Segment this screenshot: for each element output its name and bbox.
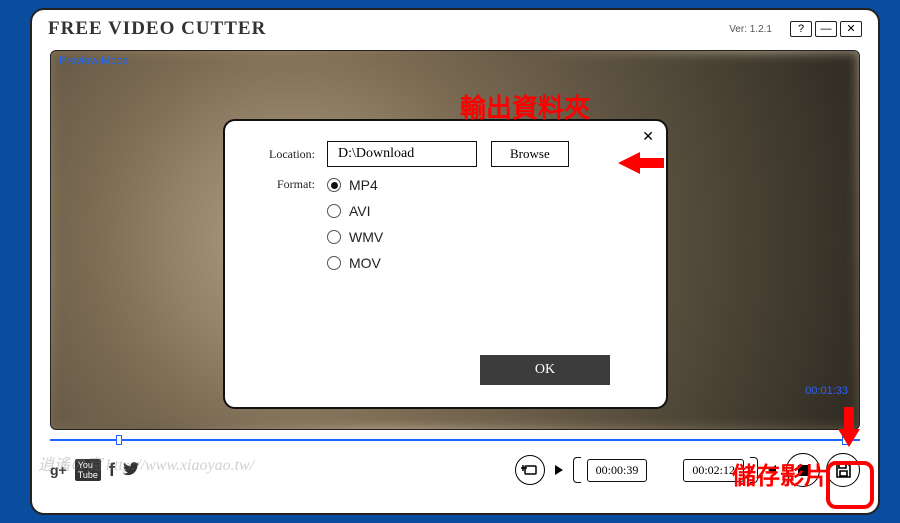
format-option-wmv[interactable]: WMV [327,229,383,245]
stop-button[interactable] [786,453,820,487]
location-input[interactable]: D:\Download [327,141,477,167]
app-title: FREE VIDEO CUTTER [48,18,266,40]
format-option-mp4[interactable]: MP4 [327,177,383,193]
radio-icon [327,230,341,244]
bracket-close-icon [750,457,758,483]
timeline-track [50,439,860,441]
total-time: 00:01:33 [805,385,848,397]
video-preview-area: Preview Mode ✕ Location: D:\Download Bro… [50,50,860,430]
about-button[interactable]: ? [790,21,812,37]
format-option-mov[interactable]: MOV [327,255,383,271]
dialog-close-icon[interactable]: ✕ [642,129,654,146]
add-clip-button[interactable] [515,455,545,485]
save-icon [834,461,852,479]
radio-icon [327,204,341,218]
preview-mode-label: Preview Mode [59,55,129,67]
titlebar: FREE VIDEO CUTTER Ver: 1.2.1 ? — ✕ [32,10,878,44]
version-label: Ver: 1.2.1 [729,24,772,35]
format-option-avi[interactable]: AVI [327,203,383,219]
start-time-input[interactable]: 00:00:39 [587,459,648,482]
save-dialog: ✕ Location: D:\Download Browse Format: M… [223,119,668,409]
save-button[interactable] [826,453,860,487]
app-window: FREE VIDEO CUTTER Ver: 1.2.1 ? — ✕ Previ… [30,8,880,515]
location-label: Location: [247,147,327,162]
timeline[interactable] [50,434,860,446]
play-backward-icon[interactable] [768,465,776,475]
timeline-end-handle[interactable] [842,435,848,445]
browse-button[interactable]: Browse [491,141,569,167]
watermark: 逍遙の窩 http://www.xiaoyao.tw/ [38,451,254,475]
format-label: Format: [247,177,327,192]
end-time-input[interactable]: 00:02:12 [683,459,744,482]
ok-button[interactable]: OK [480,355,610,385]
minimize-button[interactable]: — [815,21,837,37]
radio-icon [327,256,341,270]
play-forward-icon[interactable] [555,465,563,475]
stop-icon [798,465,809,476]
close-button[interactable]: ✕ [840,21,862,37]
timeline-start-handle[interactable] [116,435,122,445]
bracket-open-icon [573,457,581,483]
radio-icon [327,178,341,192]
